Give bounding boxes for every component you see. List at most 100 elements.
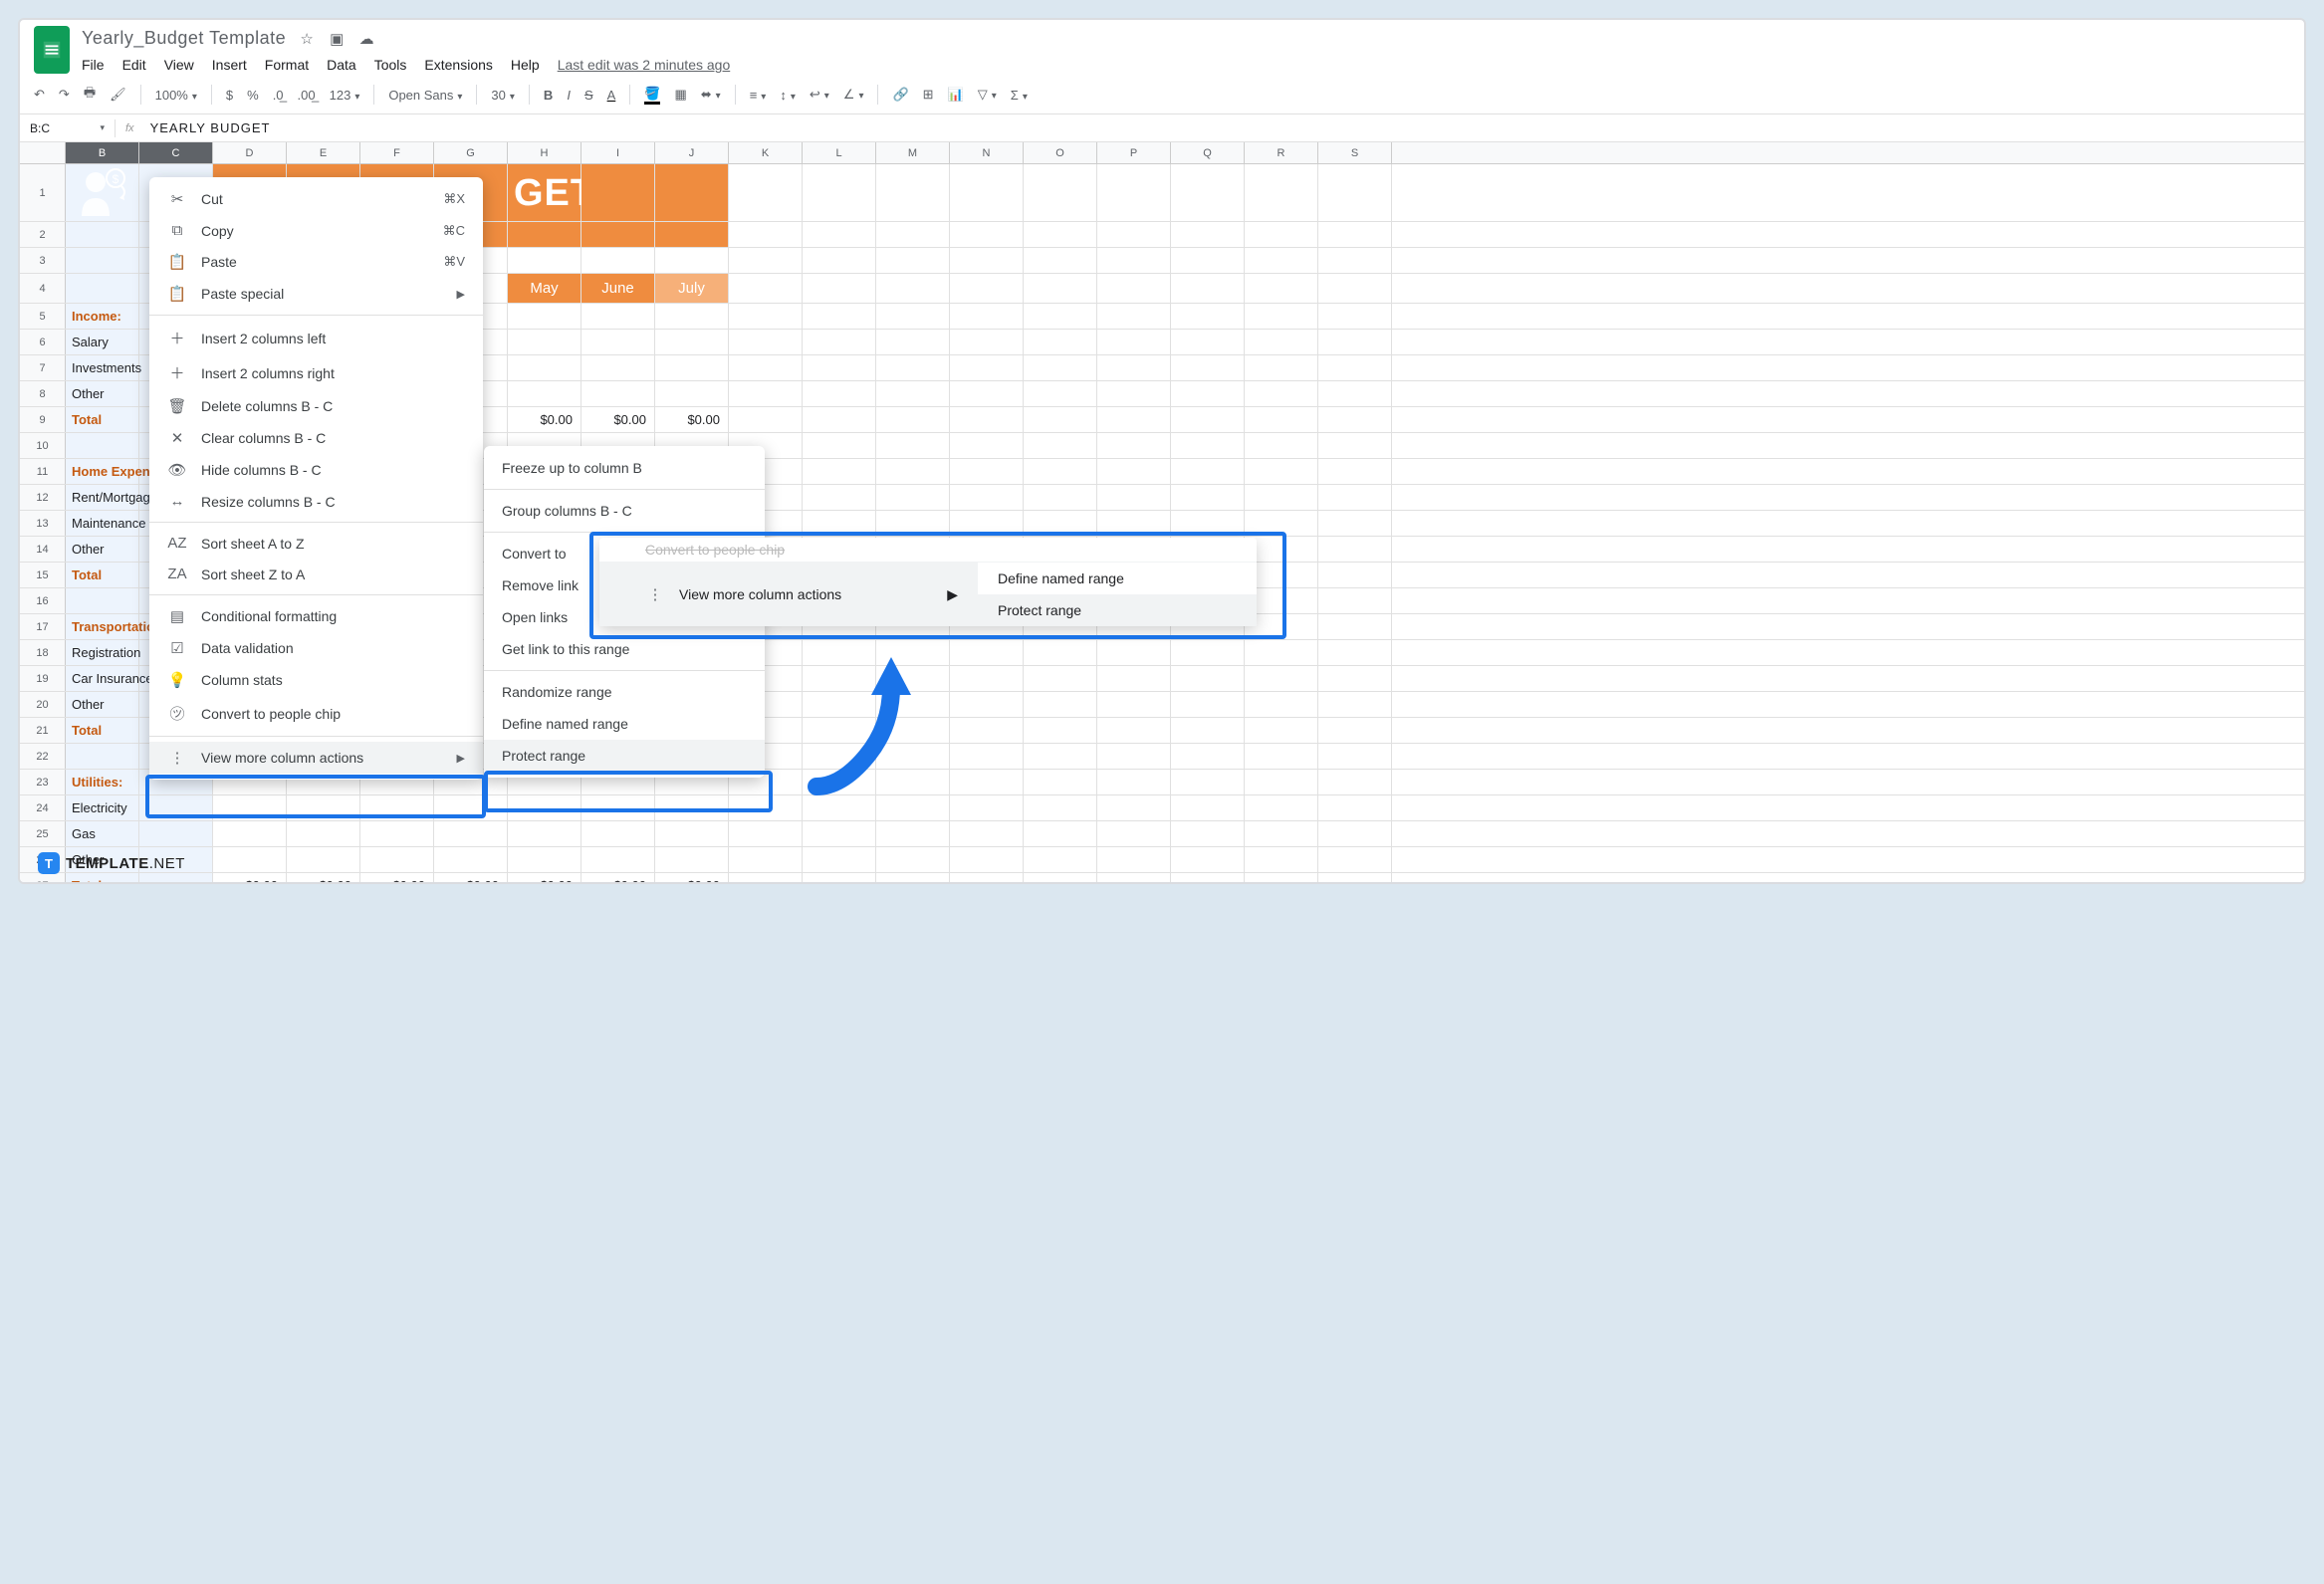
- rowhead-4[interactable]: 4: [20, 274, 66, 303]
- menu-data-validation[interactable]: ☑Data validation: [149, 632, 483, 664]
- link-icon[interactable]: 🔗: [892, 87, 908, 103]
- menu-format[interactable]: Format: [265, 57, 309, 73]
- label-total4[interactable]: Total: [66, 873, 139, 884]
- menu-cut[interactable]: ✂Cut⌘X: [149, 183, 483, 215]
- label-rent[interactable]: Rent/Mortgage: [66, 485, 139, 510]
- menu-column-stats[interactable]: 💡Column stats: [149, 664, 483, 696]
- colhead-K[interactable]: K: [729, 142, 803, 163]
- redo-icon[interactable]: ↷: [59, 87, 70, 103]
- menu-hide-cols[interactable]: 👁Hide columns B - C: [149, 454, 483, 486]
- rowhead-1[interactable]: 1: [20, 164, 66, 221]
- colhead-E[interactable]: E: [287, 142, 360, 163]
- menu-paste-special[interactable]: 📋Paste special▶: [149, 278, 483, 310]
- rowhead-23[interactable]: 23: [20, 770, 66, 794]
- colhead-R[interactable]: R: [1245, 142, 1318, 163]
- font-select[interactable]: Open Sans: [388, 88, 462, 103]
- comment-icon[interactable]: ⊞: [923, 87, 934, 103]
- menu-file[interactable]: File: [82, 57, 105, 73]
- undo-icon[interactable]: ↶: [34, 87, 45, 103]
- colhead-P[interactable]: P: [1097, 142, 1171, 163]
- wrap-icon[interactable]: ↩: [810, 87, 829, 103]
- menu-view[interactable]: View: [164, 57, 194, 73]
- rowhead-15[interactable]: 15: [20, 563, 66, 587]
- print-icon[interactable]: 🖶: [84, 84, 96, 106]
- menu-help[interactable]: Help: [511, 57, 540, 73]
- menu-tools[interactable]: Tools: [374, 57, 407, 73]
- formula-bar[interactable]: YEARLY BUDGET: [144, 120, 277, 135]
- colhead-C[interactable]: C: [139, 142, 213, 163]
- label-investments[interactable]: Investments: [66, 355, 139, 380]
- cell-month-may[interactable]: May: [508, 274, 581, 303]
- move-icon[interactable]: ▣: [328, 30, 346, 48]
- colhead-M[interactable]: M: [876, 142, 950, 163]
- cell-month-july[interactable]: July: [655, 274, 729, 303]
- label-maintenance[interactable]: Maintenance: [66, 511, 139, 536]
- label-salary[interactable]: Salary: [66, 330, 139, 354]
- label-electricity[interactable]: Electricity: [66, 795, 139, 820]
- submenu-get-link[interactable]: Get link to this range: [484, 633, 765, 665]
- select-all-corner[interactable]: [20, 142, 66, 163]
- menu-copy[interactable]: ⧉Copy⌘C: [149, 215, 483, 246]
- fill-color-icon[interactable]: 🪣: [644, 86, 660, 105]
- rowhead-12[interactable]: 12: [20, 485, 66, 510]
- menu-insert-left[interactable]: ＋Insert 2 columns left: [149, 321, 483, 355]
- rowhead-9[interactable]: 9: [20, 407, 66, 432]
- menu-delete-cols[interactable]: 🗑Delete columns B - C: [149, 390, 483, 422]
- dec-decrease-icon[interactable]: .0̲: [273, 88, 284, 103]
- colhead-N[interactable]: N: [950, 142, 1024, 163]
- label-income[interactable]: Income:: [66, 304, 139, 329]
- rowhead-18[interactable]: 18: [20, 640, 66, 665]
- zoom-select[interactable]: 100%: [155, 88, 197, 103]
- star-icon[interactable]: ☆: [298, 30, 316, 48]
- label-other3[interactable]: Other: [66, 692, 139, 717]
- chart-icon[interactable]: 📊: [948, 87, 964, 103]
- label-total2[interactable]: Total: [66, 563, 139, 587]
- number-format-select[interactable]: 123: [330, 88, 360, 103]
- label-other1[interactable]: Other: [66, 381, 139, 406]
- menu-extensions[interactable]: Extensions: [424, 57, 492, 73]
- rowhead-17[interactable]: 17: [20, 614, 66, 639]
- rowhead-16[interactable]: 16: [20, 588, 66, 613]
- rotate-icon[interactable]: ∠: [843, 87, 864, 103]
- strike-icon[interactable]: S: [584, 88, 593, 103]
- colhead-L[interactable]: L: [803, 142, 876, 163]
- colhead-Q[interactable]: Q: [1171, 142, 1245, 163]
- menu-edit[interactable]: Edit: [122, 57, 146, 73]
- menu-sort-za[interactable]: Z͏ASort sheet Z to A: [149, 559, 483, 589]
- rowhead-8[interactable]: 8: [20, 381, 66, 406]
- rowhead-5[interactable]: 5: [20, 304, 66, 329]
- colhead-O[interactable]: O: [1024, 142, 1097, 163]
- cell-month-june[interactable]: June: [581, 274, 655, 303]
- rowhead-21[interactable]: 21: [20, 718, 66, 743]
- rowhead-24[interactable]: 24: [20, 795, 66, 820]
- percent-icon[interactable]: %: [247, 88, 259, 103]
- submenu-freeze[interactable]: Freeze up to column B: [484, 452, 765, 484]
- label-total3[interactable]: Total: [66, 718, 139, 743]
- submenu-define-named-range[interactable]: Define named range: [484, 708, 765, 740]
- rowhead-14[interactable]: 14: [20, 537, 66, 562]
- label-transportation[interactable]: Transportation:: [66, 614, 139, 639]
- colhead-I[interactable]: I: [581, 142, 655, 163]
- rowhead-3[interactable]: 3: [20, 248, 66, 273]
- cloud-icon[interactable]: ☁: [357, 30, 375, 48]
- functions-icon[interactable]: Σ: [1011, 88, 1028, 103]
- menu-view-more-column-actions[interactable]: ⋮View more column actions▶: [149, 742, 483, 774]
- rowhead-27[interactable]: 27: [20, 873, 66, 884]
- borders-icon[interactable]: ▦: [674, 87, 686, 103]
- label-gas[interactable]: Gas: [66, 821, 139, 846]
- rowhead-6[interactable]: 6: [20, 330, 66, 354]
- rowhead-13[interactable]: 13: [20, 511, 66, 536]
- currency-icon[interactable]: $: [226, 88, 233, 103]
- rowhead-10[interactable]: 10: [20, 433, 66, 458]
- menu-insert-right[interactable]: ＋Insert 2 columns right: [149, 355, 483, 390]
- dec-increase-icon[interactable]: .00̲: [298, 88, 316, 103]
- label-home-expense[interactable]: Home Expense:: [66, 459, 139, 484]
- cell-B1[interactable]: $: [66, 164, 139, 221]
- menu-insert[interactable]: Insert: [212, 57, 247, 73]
- doc-title[interactable]: Yearly_Budget Template: [82, 28, 286, 49]
- bold-icon[interactable]: B: [544, 88, 553, 103]
- colhead-F[interactable]: F: [360, 142, 434, 163]
- label-other2[interactable]: Other: [66, 537, 139, 562]
- menu-people-chip[interactable]: ㋡Convert to people chip: [149, 696, 483, 731]
- menu-data[interactable]: Data: [327, 57, 356, 73]
